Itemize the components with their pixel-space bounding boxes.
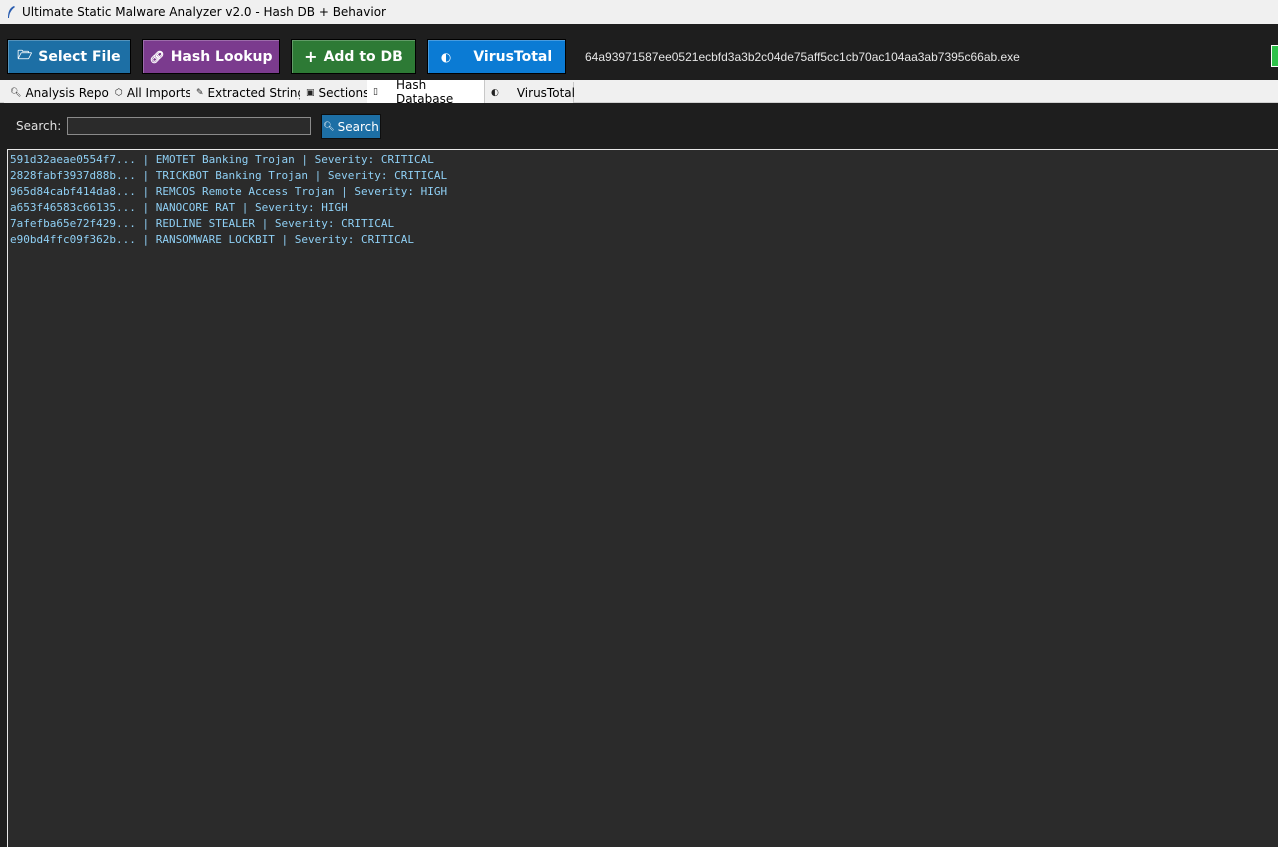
- result-line: 2828fabf3937d88b... | TRICKBOT Banking T…: [10, 169, 448, 182]
- virustotal-button[interactable]: ◐ VirusTotal: [427, 39, 566, 74]
- hash-lookup-label: Hash Lookup: [170, 48, 273, 65]
- select-file-button[interactable]: 🗁 Select File: [7, 39, 131, 74]
- tab-bar: 🔍︎ Analysis Report ⬡ All Imports ✎ Extra…: [0, 77, 1278, 106]
- search-row: Search: 🔍︎ Search: [0, 103, 1278, 149]
- tab-analysis-report[interactable]: 🔍︎ Analysis Report: [4, 82, 124, 103]
- add-to-db-label: Add to DB: [323, 48, 403, 65]
- tab-label: Hash Database: [395, 77, 454, 106]
- search-input[interactable]: [67, 117, 311, 135]
- tab-label: All Imports: [126, 85, 192, 100]
- folder-icon: 🗁: [17, 48, 33, 62]
- magnifier-icon: 🔍︎: [323, 121, 335, 132]
- result-line: e90bd4ffc09f362b... | RANSOMWARE LOCKBIT…: [10, 233, 414, 246]
- toolbar: 🗁 Select File 🔗︎ Hash Lookup + Add to DB…: [0, 24, 1278, 80]
- shield-icon: ◐: [491, 87, 499, 98]
- tab-hash-database[interactable]: ▯ Hash Database: [367, 77, 485, 106]
- disk-icon: ▣: [306, 87, 315, 98]
- shield-icon: ◐: [440, 49, 452, 64]
- link-icon: 🔗︎: [149, 49, 165, 64]
- result-line: 965d84cabf414da8... | REMCOS Remote Acce…: [10, 185, 448, 198]
- tab-label: Sections: [318, 85, 370, 100]
- package-icon: ⬡: [115, 87, 123, 98]
- result-line: 591d32aeae0554f7... | EMOTET Banking Tro…: [10, 153, 434, 166]
- select-file-label: Select File: [38, 48, 121, 65]
- feather-icon: [0, 5, 22, 19]
- string-icon: ✎: [196, 87, 204, 98]
- search-label: Search:: [16, 119, 62, 133]
- clipboard-icon: ▯: [373, 86, 378, 97]
- tab-sections[interactable]: ▣ Sections: [300, 82, 375, 103]
- tab-label: Analysis Report: [25, 85, 119, 100]
- tab-label: VirusTotal: [516, 85, 575, 100]
- status-indicator: [1271, 45, 1278, 67]
- hash-lookup-button[interactable]: 🔗︎ Hash Lookup: [142, 39, 280, 74]
- add-to-db-button[interactable]: + Add to DB: [291, 39, 416, 74]
- tab-extracted-strings[interactable]: ✎ Extracted Strings: [190, 82, 317, 103]
- result-line: a653f46583c66135... | NANOCORE RAT | Sev…: [10, 201, 348, 214]
- search-button[interactable]: 🔍︎ Search: [321, 114, 381, 139]
- title-bar: Ultimate Static Malware Analyzer v2.0 - …: [0, 0, 1278, 24]
- search-button-label: Search: [337, 119, 379, 134]
- result-line: 7afefba65e72f429... | REDLINE STEALER | …: [10, 217, 395, 230]
- window-title: Ultimate Static Malware Analyzer v2.0 - …: [22, 5, 386, 19]
- results-text-area[interactable]: 591d32aeae0554f7... | EMOTET Banking Tro…: [7, 149, 1278, 847]
- tab-virustotal[interactable]: ◐ VirusTotal: [485, 82, 575, 103]
- tab-all-imports[interactable]: ⬡ All Imports: [109, 82, 197, 103]
- tab-label: Extracted Strings: [207, 85, 312, 100]
- magnifier-icon: 🔍︎: [10, 87, 22, 98]
- virustotal-label: VirusTotal: [473, 48, 553, 65]
- loaded-filename: 64a93971587ee0521ecbfd3a3b2c04de75aff5cc…: [585, 50, 1020, 64]
- plus-icon: +: [304, 47, 318, 66]
